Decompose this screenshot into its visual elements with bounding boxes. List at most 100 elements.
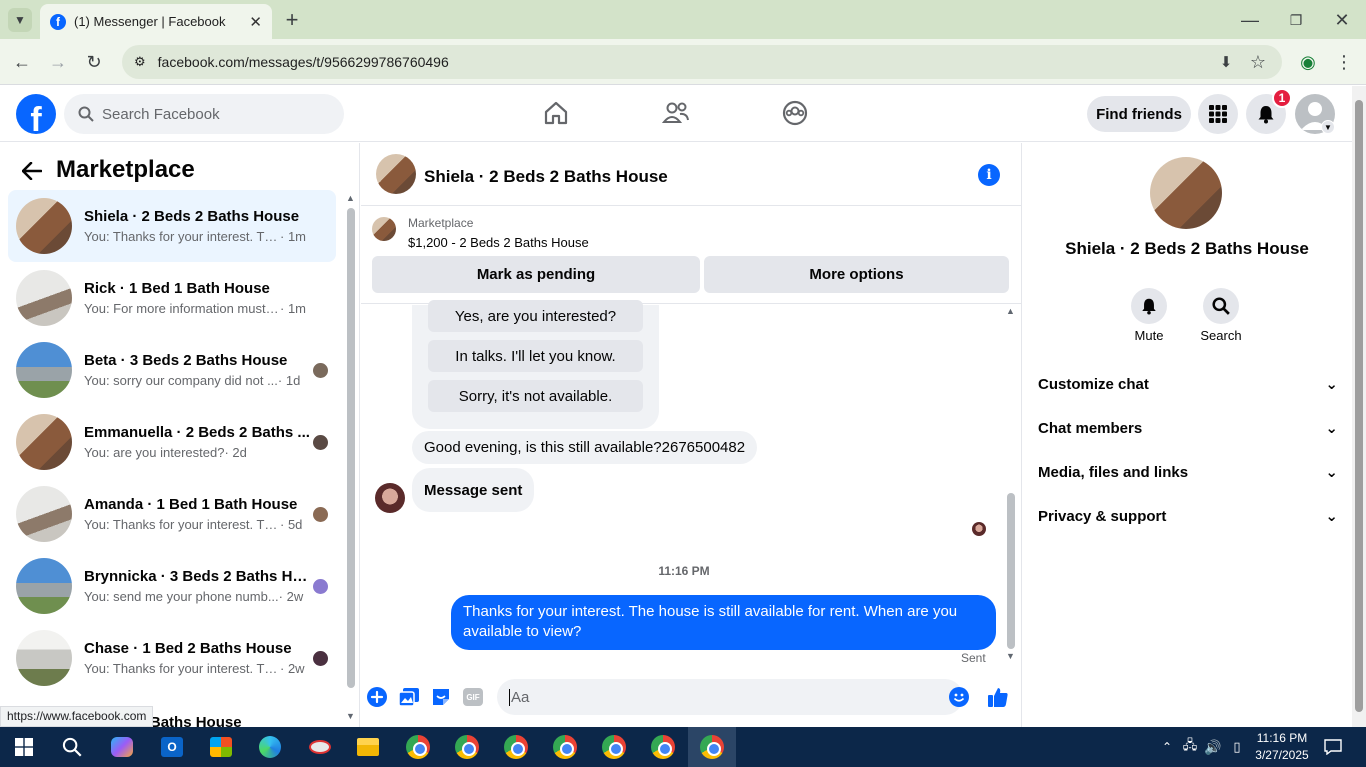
back-arrow-icon[interactable] bbox=[21, 160, 43, 186]
emoji-icon[interactable] bbox=[948, 686, 970, 708]
facebook-search-input[interactable]: Search Facebook bbox=[64, 94, 344, 134]
info-icon[interactable]: i bbox=[978, 164, 1000, 186]
privacy-support-section[interactable]: Privacy & support ⌄ bbox=[1038, 496, 1338, 536]
mark-as-pending-button[interactable]: Mark as pending bbox=[372, 256, 700, 293]
sticker-icon[interactable] bbox=[430, 686, 452, 708]
home-icon[interactable] bbox=[541, 98, 571, 128]
chat-details-panel: Shiela · 2 Beds 2 Baths House Mute Searc… bbox=[1021, 143, 1352, 727]
conversation-preview: You: sorry our company did not ... bbox=[84, 373, 278, 388]
reload-icon[interactable]: ↻ bbox=[82, 50, 106, 74]
taskbar-clock[interactable]: 11:16 PM 3/27/2025 bbox=[1250, 730, 1314, 764]
mute-bell-icon[interactable] bbox=[1131, 288, 1167, 324]
conversation-item[interactable]: Shiela · 2 Beds 2 Baths House You: Thank… bbox=[8, 190, 336, 262]
search-label[interactable]: Search bbox=[1191, 328, 1251, 343]
browser-tab[interactable]: f (1) Messenger | Facebook ✕ bbox=[40, 4, 272, 39]
facebook-logo-icon[interactable]: f bbox=[16, 94, 56, 134]
search-conversation-icon[interactable] bbox=[1203, 288, 1239, 324]
forward-icon[interactable]: → bbox=[46, 50, 70, 74]
conversation-item[interactable]: Brynnicka · 3 Beds 2 Baths Ho... You: se… bbox=[8, 550, 336, 622]
chrome-icon-active[interactable] bbox=[688, 727, 736, 767]
chat-scroll-up-icon[interactable]: ▲ bbox=[1006, 306, 1015, 316]
page-scroll-thumb[interactable] bbox=[1355, 100, 1363, 712]
quick-reply-button[interactable]: Sorry, it's not available. bbox=[428, 380, 643, 412]
notification-badge: 1 bbox=[1272, 88, 1292, 108]
battery-icon[interactable]: ▯ bbox=[1222, 733, 1252, 761]
profile-icon[interactable]: ◉ bbox=[1296, 50, 1320, 74]
friends-icon[interactable] bbox=[661, 98, 691, 128]
install-app-icon[interactable]: ⬇ bbox=[1214, 50, 1238, 74]
message-input[interactable]: Aa bbox=[497, 679, 963, 715]
conversation-list-scrollbar[interactable] bbox=[347, 208, 355, 688]
incoming-message: Message sent bbox=[412, 468, 535, 512]
listing-thumbnail bbox=[16, 342, 72, 398]
chat-scroll-down-icon[interactable]: ▼ bbox=[1006, 651, 1015, 661]
marketplace-label: Marketplace bbox=[408, 216, 474, 230]
chrome-icon[interactable] bbox=[648, 733, 678, 761]
customize-chat-section[interactable]: Customize chat ⌄ bbox=[1038, 364, 1338, 404]
buyer-avatar bbox=[313, 435, 328, 450]
address-bar[interactable]: ⚙ facebook.com/messages/t/95662997867604… bbox=[122, 45, 1282, 79]
conversation-item[interactable]: Chase · 1 Bed 2 Baths House You: Thanks … bbox=[8, 622, 336, 694]
scroll-up-icon[interactable]: ▲ bbox=[346, 193, 355, 203]
listing-title[interactable]: $1,200 - 2 Beds 2 Baths House bbox=[408, 235, 589, 250]
attach-photo-icon[interactable] bbox=[398, 686, 420, 708]
clock-date: 3/27/2025 bbox=[1255, 748, 1309, 762]
gif-icon[interactable]: GIF bbox=[462, 686, 484, 708]
outlook-icon[interactable]: O bbox=[157, 733, 187, 761]
minimize-icon[interactable]: — bbox=[1238, 8, 1262, 32]
profile-thumbnail[interactable] bbox=[1150, 157, 1222, 229]
conversation-item[interactable]: Emmanuella · 2 Beds 2 Baths ... You: are… bbox=[8, 406, 336, 478]
tab-search-icon[interactable]: ▼ bbox=[8, 8, 32, 32]
find-friends-button[interactable]: Find friends bbox=[1087, 96, 1191, 132]
buyer-avatar bbox=[313, 651, 328, 666]
menu-grid-icon[interactable] bbox=[1198, 94, 1238, 134]
chrome-icon[interactable] bbox=[599, 733, 629, 761]
account-chevron-icon[interactable]: ▼ bbox=[1321, 120, 1335, 134]
restore-icon[interactable]: ❐ bbox=[1284, 8, 1308, 32]
quick-reply-button[interactable]: Yes, are you interested? bbox=[428, 300, 643, 332]
app-icon[interactable] bbox=[305, 733, 335, 761]
edge-icon[interactable] bbox=[255, 733, 285, 761]
windows-start-icon[interactable] bbox=[9, 733, 39, 761]
chat-title[interactable]: Shiela · 2 Beds 2 Baths House bbox=[424, 167, 668, 187]
quick-reply-button[interactable]: In talks. I'll let you know. bbox=[428, 340, 643, 372]
chat-panel: Shiela · 2 Beds 2 Baths House i Marketpl… bbox=[361, 143, 1021, 727]
listing-mini-thumbnail bbox=[372, 217, 396, 241]
more-options-button[interactable]: More options bbox=[704, 256, 1009, 293]
site-settings-icon[interactable]: ⚙ bbox=[134, 54, 146, 70]
sent-status: Sent bbox=[961, 651, 986, 665]
taskbar-search-icon[interactable] bbox=[57, 733, 87, 761]
notification-center-icon[interactable] bbox=[1318, 733, 1348, 761]
chrome-menu-icon[interactable]: ⋮ bbox=[1332, 50, 1356, 74]
status-bar-link: https://www.facebook.com bbox=[0, 706, 154, 727]
thumbs-up-icon[interactable] bbox=[987, 686, 1009, 708]
chat-members-section[interactable]: Chat members ⌄ bbox=[1038, 408, 1338, 448]
mute-label[interactable]: Mute bbox=[1119, 328, 1179, 343]
back-icon[interactable]: ← bbox=[10, 50, 34, 74]
scroll-down-icon[interactable]: ▼ bbox=[346, 711, 355, 721]
new-tab-icon[interactable]: + bbox=[280, 7, 304, 32]
sender-avatar[interactable] bbox=[375, 483, 405, 513]
close-tab-icon[interactable]: ✕ bbox=[249, 13, 262, 31]
file-explorer-icon[interactable] bbox=[353, 733, 383, 761]
chrome-icon[interactable] bbox=[403, 733, 433, 761]
chrome-icon[interactable] bbox=[501, 733, 531, 761]
page-scrollbar[interactable] bbox=[1352, 86, 1366, 727]
section-label: Media, files and links bbox=[1038, 463, 1189, 481]
media-files-links-section[interactable]: Media, files and links ⌄ bbox=[1038, 452, 1338, 492]
chrome-icon[interactable] bbox=[550, 733, 580, 761]
chat-avatar[interactable] bbox=[376, 154, 416, 194]
microsoft-store-icon[interactable] bbox=[206, 733, 236, 761]
conversation-item[interactable]: Beta · 3 Beds 2 Baths House You: sorry o… bbox=[8, 334, 336, 406]
bookmark-star-icon[interactable]: ☆ bbox=[1246, 50, 1270, 74]
chevron-down-icon: ⌄ bbox=[1325, 508, 1338, 525]
conversation-item[interactable]: Amanda · 1 Bed 1 Bath House You: Thanks … bbox=[8, 478, 336, 550]
listing-thumbnail bbox=[16, 486, 72, 542]
groups-icon[interactable] bbox=[780, 98, 810, 128]
conversation-item[interactable]: Rick · 1 Bed 1 Bath House You: For more … bbox=[8, 262, 336, 334]
window-close-icon[interactable]: ✕ bbox=[1330, 8, 1354, 32]
chrome-icon[interactable] bbox=[452, 733, 482, 761]
chat-scrollbar[interactable] bbox=[1007, 493, 1015, 649]
more-actions-plus-icon[interactable] bbox=[366, 686, 388, 708]
copilot-icon[interactable] bbox=[107, 733, 137, 761]
